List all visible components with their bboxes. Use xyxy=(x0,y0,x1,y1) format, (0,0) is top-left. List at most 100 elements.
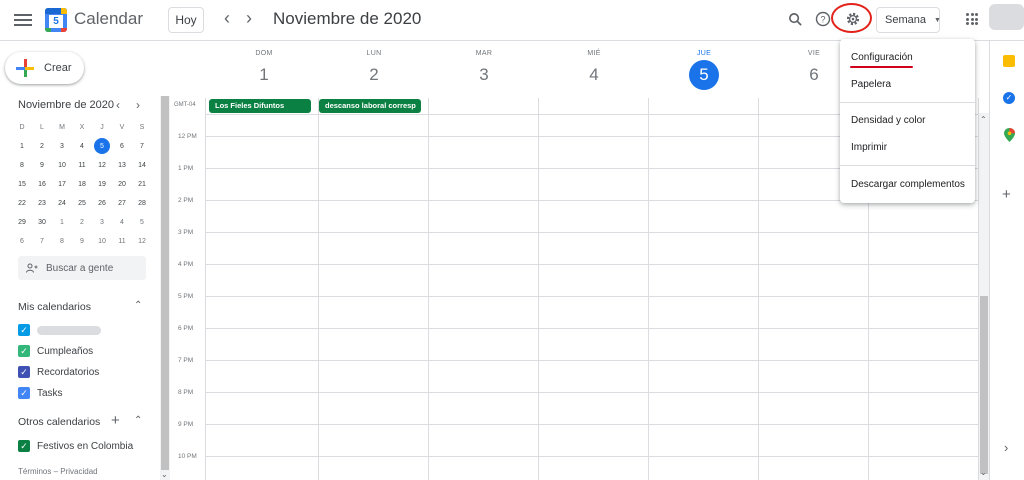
mini-day[interactable]: 4 xyxy=(112,213,132,232)
mini-day[interactable]: 19 xyxy=(92,175,112,194)
day-header[interactable]: MIÉ 4 xyxy=(539,50,649,87)
mini-day[interactable]: 3 xyxy=(92,213,112,232)
mini-day[interactable]: 2 xyxy=(72,213,92,232)
tasks-icon[interactable]: ✓ xyxy=(1003,92,1015,104)
other-calendars-title[interactable]: Otros calendarios xyxy=(18,416,100,428)
search-people-field[interactable]: Buscar a gente xyxy=(18,256,146,280)
expand-panel-icon[interactable]: › xyxy=(1004,440,1008,455)
menu-item-density-color[interactable]: Densidad y color xyxy=(851,115,925,126)
mini-next-month-icon[interactable]: › xyxy=(136,98,140,112)
mini-day[interactable]: 24 xyxy=(52,194,72,213)
chevron-up-icon[interactable]: ⌃ xyxy=(134,415,142,426)
view-select[interactable]: Semana ▼ xyxy=(876,7,941,33)
mini-day[interactable]: 11 xyxy=(72,156,92,175)
mini-day[interactable]: 8 xyxy=(12,156,32,175)
mini-day[interactable]: 1 xyxy=(52,213,72,232)
mini-day[interactable]: 17 xyxy=(52,175,72,194)
mini-day[interactable]: 9 xyxy=(72,232,92,251)
mini-day[interactable]: 4 xyxy=(72,137,92,156)
mini-day[interactable]: 29 xyxy=(12,213,32,232)
mini-day[interactable]: 6 xyxy=(112,137,132,156)
mini-day[interactable]: 7 xyxy=(132,137,152,156)
mini-day[interactable]: 27 xyxy=(112,194,132,213)
menu-item-trash[interactable]: Papelera xyxy=(851,79,891,90)
scroll-down-arrow-icon[interactable]: ⌄ xyxy=(980,468,987,477)
checkbox-icon[interactable]: ✓ xyxy=(18,345,30,357)
avatar[interactable] xyxy=(989,4,1024,30)
mini-day[interactable]: 2 xyxy=(32,137,52,156)
mini-day[interactable]: 1 xyxy=(12,137,32,156)
get-addons-plus-icon[interactable]: + xyxy=(1002,186,1011,203)
mini-day[interactable]: 5 xyxy=(132,213,152,232)
mini-day[interactable]: 9 xyxy=(32,156,52,175)
mini-day[interactable]: 8 xyxy=(52,232,72,251)
checkbox-icon[interactable]: ✓ xyxy=(18,324,30,336)
calendar-list-item[interactable]: ✓ xyxy=(18,324,101,336)
mini-day[interactable]: 7 xyxy=(32,232,52,251)
mini-day[interactable]: 10 xyxy=(52,156,72,175)
mini-day[interactable]: 12 xyxy=(92,156,112,175)
maps-icon[interactable] xyxy=(1004,128,1015,147)
mini-day[interactable]: 3 xyxy=(52,137,72,156)
mini-day[interactable]: 25 xyxy=(72,194,92,213)
mini-day[interactable]: 18 xyxy=(72,175,92,194)
scroll-down-arrow-icon[interactable]: ⌄ xyxy=(161,470,168,479)
day-header[interactable]: DOM 1 xyxy=(209,50,319,87)
mini-day[interactable]: 6 xyxy=(12,232,32,251)
mini-day[interactable]: 5 xyxy=(92,137,112,156)
mini-day[interactable]: 22 xyxy=(12,194,32,213)
calendar-list-item[interactable]: ✓ Tasks xyxy=(18,387,63,399)
calendar-list-item[interactable]: ✓ Recordatorios xyxy=(18,366,99,378)
app-title[interactable]: Calendar xyxy=(74,9,143,29)
footer-links[interactable]: Términos – Privacidad xyxy=(18,467,98,476)
day-date[interactable]: 3 xyxy=(429,63,539,87)
calendar-list-item[interactable]: ✓ Festivos en Colombia xyxy=(18,440,133,452)
create-button[interactable]: Crear xyxy=(5,52,84,84)
day-header[interactable]: JUE 5 xyxy=(649,50,759,90)
checkbox-icon[interactable]: ✓ xyxy=(18,366,30,378)
checkbox-icon[interactable]: ✓ xyxy=(18,440,30,452)
help-icon[interactable]: ? xyxy=(813,9,833,29)
mini-day[interactable]: 12 xyxy=(132,232,152,251)
menu-item-settings[interactable]: Configuración xyxy=(851,52,913,63)
next-week-icon[interactable]: › xyxy=(246,8,252,29)
apps-grid-icon[interactable] xyxy=(966,13,978,25)
mini-day[interactable]: 14 xyxy=(132,156,152,175)
menu-item-print[interactable]: Imprimir xyxy=(851,142,887,153)
mini-day[interactable]: 23 xyxy=(32,194,52,213)
grid-scroll-thumb[interactable] xyxy=(980,296,988,474)
menu-item-get-addons[interactable]: Descargar complementos xyxy=(851,179,965,190)
mini-day[interactable]: 30 xyxy=(32,213,52,232)
day-date[interactable]: 2 xyxy=(319,63,429,87)
scroll-up-arrow-icon[interactable]: ⌃ xyxy=(980,115,987,124)
mini-day[interactable]: 28 xyxy=(132,194,152,213)
mini-day[interactable]: 20 xyxy=(112,175,132,194)
my-calendars-title[interactable]: Mis calendarios xyxy=(18,301,91,313)
mini-day[interactable]: 10 xyxy=(92,232,112,251)
mini-day[interactable]: 16 xyxy=(32,175,52,194)
calendar-logo-icon[interactable]: 5 xyxy=(45,8,67,32)
mini-day[interactable]: 11 xyxy=(112,232,132,251)
mini-day[interactable]: 21 xyxy=(132,175,152,194)
checkbox-icon[interactable]: ✓ xyxy=(18,387,30,399)
chevron-up-icon[interactable]: ⌃ xyxy=(134,300,142,311)
all-day-event[interactable]: Los Fieles Difuntos xyxy=(209,99,311,113)
add-calendar-icon[interactable]: + xyxy=(111,412,120,429)
mini-day[interactable]: 15 xyxy=(12,175,32,194)
mini-day[interactable]: 13 xyxy=(112,156,132,175)
all-day-event[interactable]: descanso laboral corresp xyxy=(319,99,421,113)
day-header[interactable]: MAR 3 xyxy=(429,50,539,87)
mini-day[interactable]: 26 xyxy=(92,194,112,213)
day-header[interactable]: LUN 2 xyxy=(319,50,429,87)
today-button[interactable]: Hoy xyxy=(168,7,204,33)
main-menu-icon[interactable] xyxy=(14,12,32,28)
search-icon[interactable] xyxy=(785,9,805,29)
day-date[interactable]: 1 xyxy=(209,63,319,87)
keep-icon[interactable] xyxy=(1003,55,1015,67)
sidebar-scroll-thumb[interactable] xyxy=(161,96,169,470)
calendar-list-item[interactable]: ✓ Cumpleaños xyxy=(18,345,93,357)
previous-week-icon[interactable]: ‹ xyxy=(224,8,230,29)
day-date[interactable]: 4 xyxy=(539,63,649,87)
day-date[interactable]: 5 xyxy=(689,60,719,90)
mini-prev-month-icon[interactable]: ‹ xyxy=(116,98,120,112)
